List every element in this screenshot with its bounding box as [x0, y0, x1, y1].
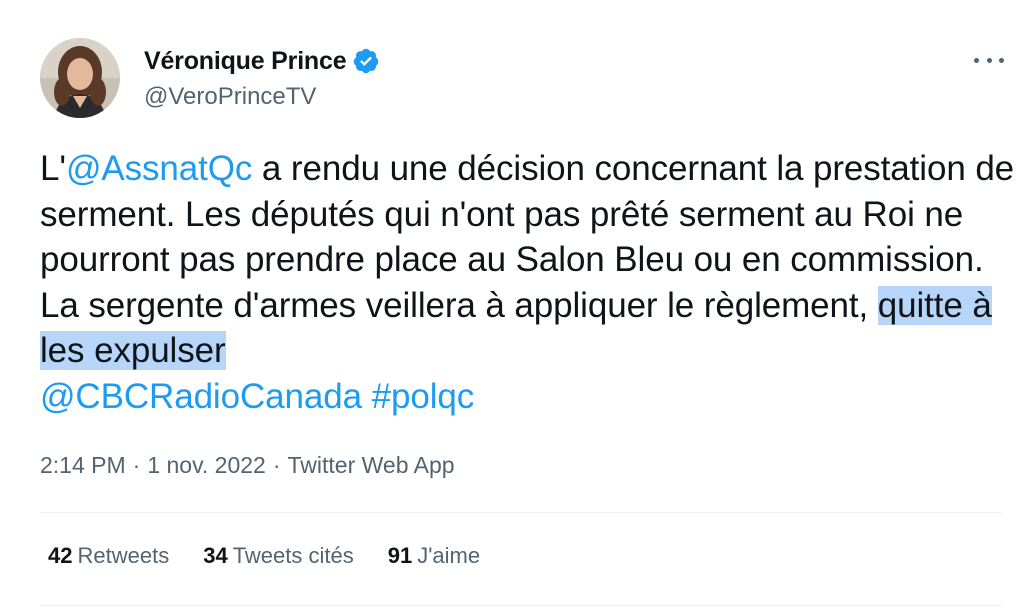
avatar[interactable]	[40, 38, 120, 118]
retweets-stat[interactable]: 42 Retweets	[48, 543, 169, 569]
handle[interactable]: @VeroPrinceTV	[144, 83, 380, 111]
meta-separator: ·	[132, 452, 141, 478]
name-row: Véronique Prince	[144, 43, 380, 79]
likes-label: J'aime	[417, 543, 481, 568]
more-horizontal-icon[interactable]	[974, 48, 1004, 72]
quotes-label: Tweets cités	[232, 543, 354, 568]
quotes-stat[interactable]: 34 Tweets cités	[203, 543, 354, 569]
likes-count: 91	[387, 543, 413, 568]
tweet-stats: 42 Retweets 34 Tweets cités 91 J'aime	[48, 543, 514, 569]
hashtag-polqc[interactable]: #polqc	[372, 377, 475, 416]
mention-assnatqc[interactable]: @AssnatQc	[66, 149, 252, 188]
tweet-card: Véronique Prince @VeroPrinceTV L'@Assnat…	[0, 0, 1036, 612]
avatar-image	[40, 38, 120, 118]
text-part: L'	[40, 149, 66, 188]
tweet-date[interactable]: 1 nov. 2022	[147, 452, 266, 479]
mention-cbcradiocanada[interactable]: @CBCRadioCanada	[40, 377, 362, 416]
retweets-label: Retweets	[77, 543, 170, 568]
verified-badge-icon	[352, 47, 380, 75]
tweet-time[interactable]: 2:14 PM	[40, 452, 126, 479]
retweets-count: 42	[48, 543, 73, 568]
divider	[40, 512, 1002, 513]
author-block: Véronique Prince @VeroPrinceTV	[144, 43, 380, 111]
tweet-source[interactable]: Twitter Web App	[288, 452, 455, 479]
display-name[interactable]: Véronique Prince	[144, 47, 347, 76]
quotes-count: 34	[203, 543, 228, 568]
likes-stat[interactable]: 91 J'aime	[388, 543, 480, 569]
tweet-text: L'@AssnatQc a rendu une décision concern…	[40, 146, 1020, 419]
meta-separator: ·	[272, 452, 281, 478]
divider	[40, 605, 1002, 606]
tweet-meta: 2:14 PM · 1 nov. 2022 · Twitter Web App	[40, 452, 455, 479]
